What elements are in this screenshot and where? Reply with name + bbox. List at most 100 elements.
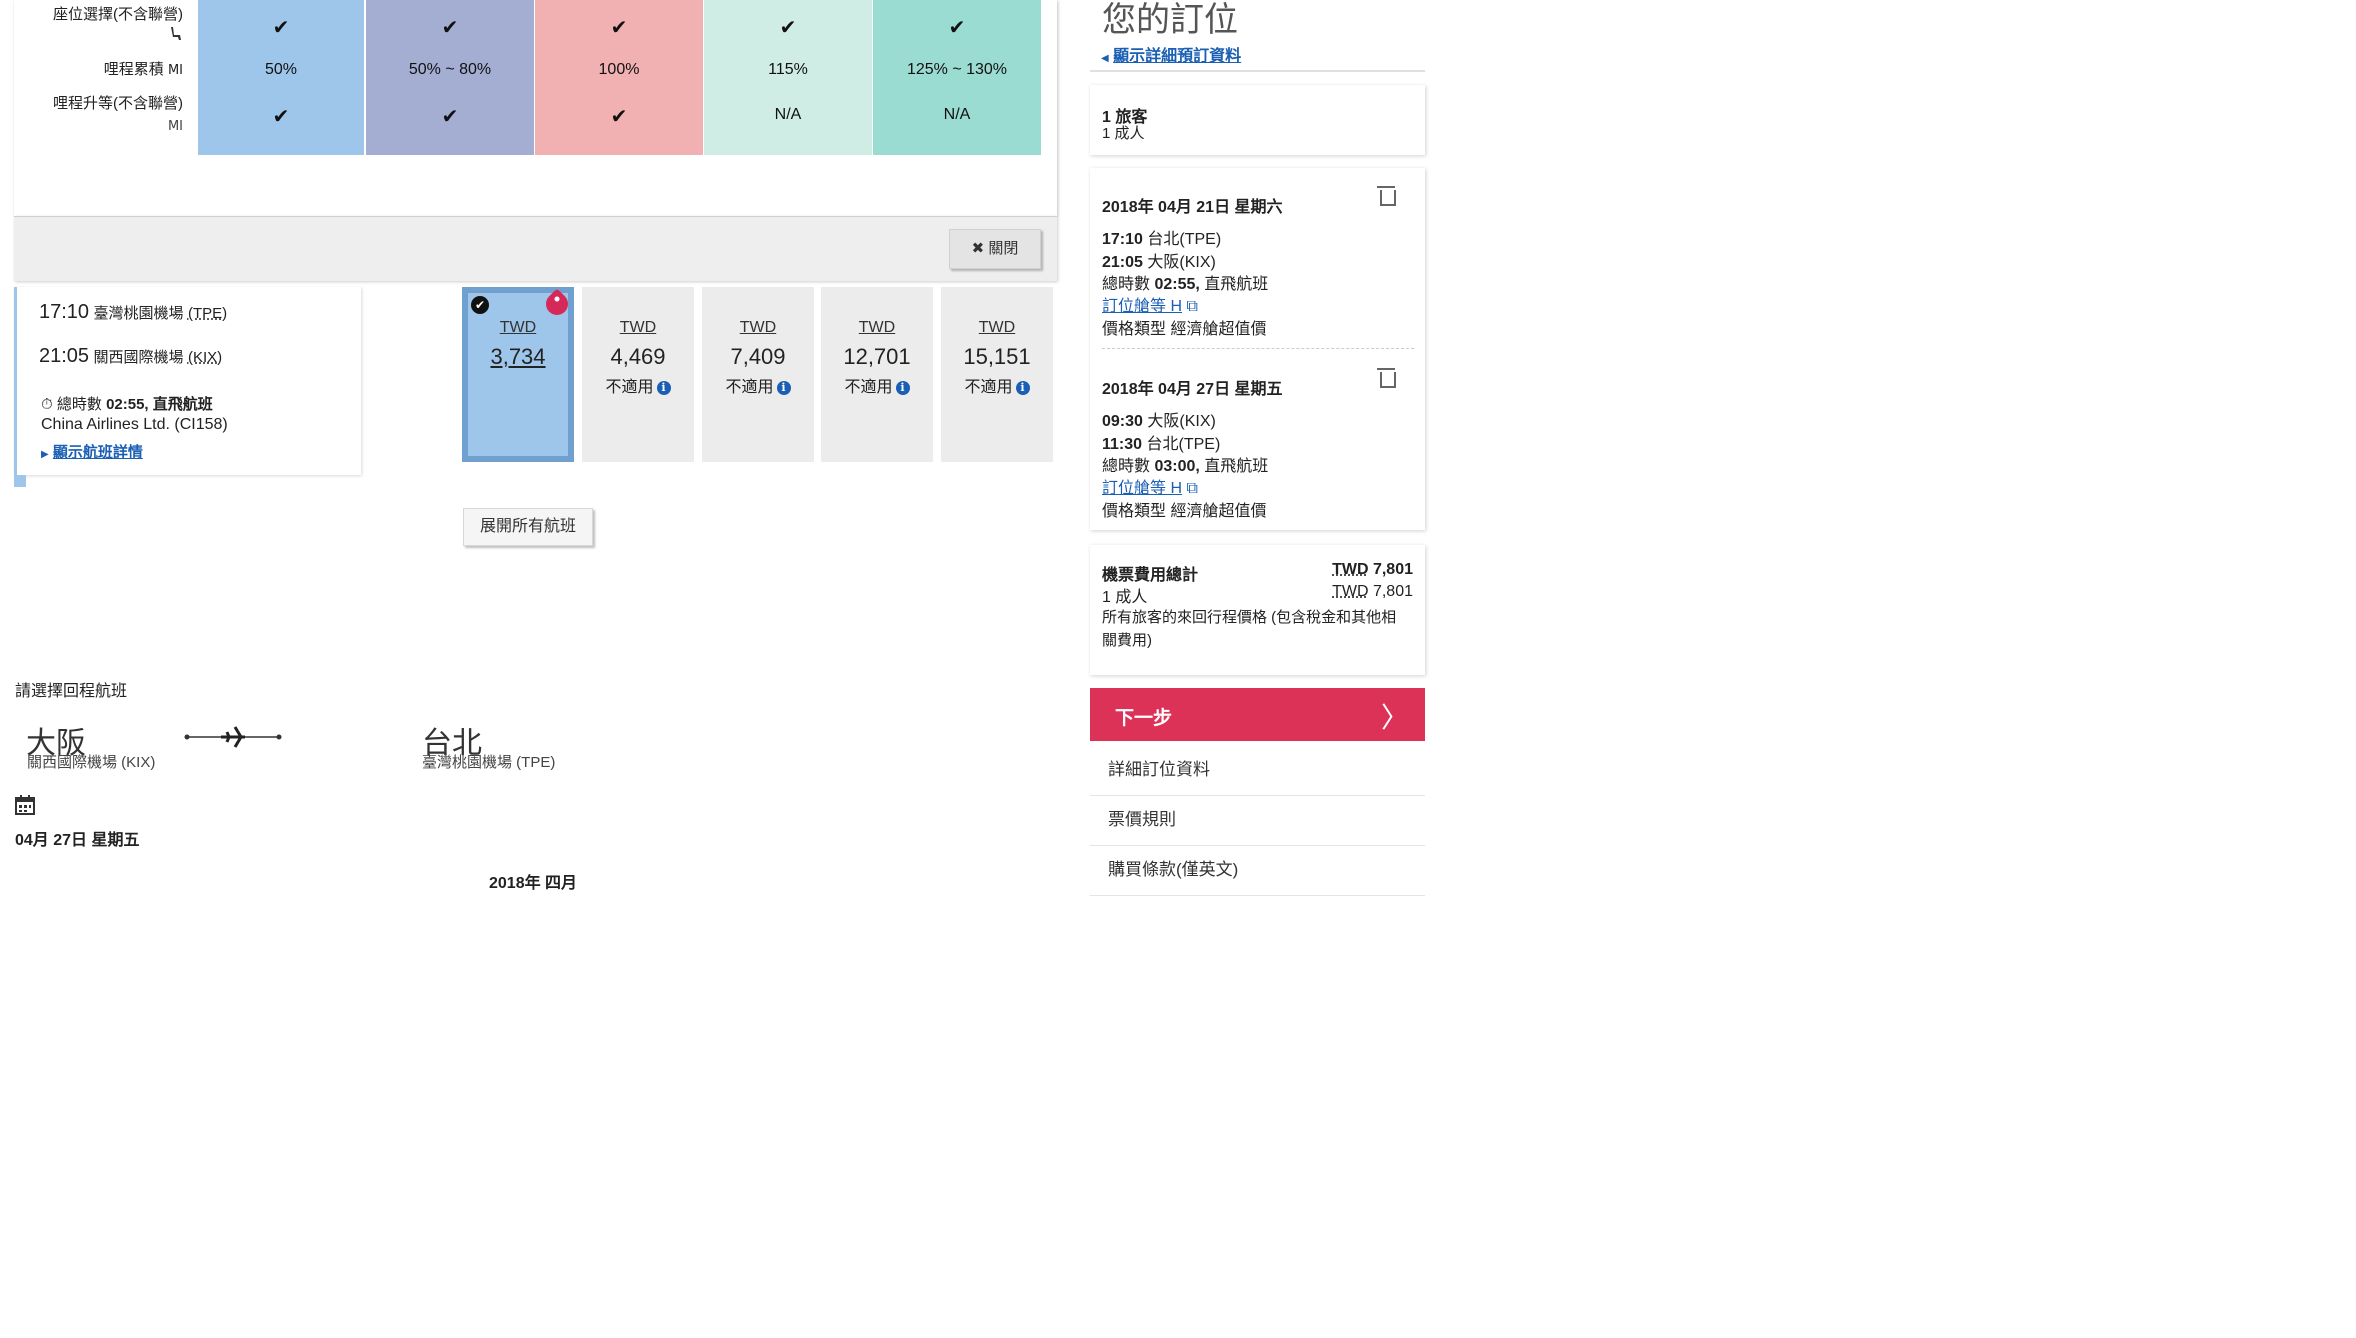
miles-icon: ⅯⅠ	[167, 118, 183, 133]
calendar-icon[interactable]	[15, 795, 35, 820]
itinerary-card: 2018年 04月 21日 星期六 17:10 台北(TPE) 21:05 大阪…	[1090, 168, 1425, 530]
fare-currency: TWD	[858, 319, 896, 336]
travelers-card: 1 旅客 1 成人	[1090, 85, 1425, 155]
inbound-date: 2018年 04月 27日 星期五	[1102, 381, 1283, 398]
fare-amount: 3,734	[490, 344, 546, 369]
departure-time: 17:10	[39, 301, 90, 323]
fare-option-3[interactable]: TWD 7,409 不適用 i	[702, 287, 814, 462]
fare-note: 不適用 i	[821, 373, 933, 397]
arrival-airport: 關西國際機場	[93, 349, 184, 366]
row-label-upgrade: 哩程升等(不含聯營) ⅯⅠ	[53, 93, 183, 137]
row-label-seat: 座位選擇(不含聯營)	[53, 4, 183, 49]
fare-option-4[interactable]: TWD 12,701 不適用 i	[821, 287, 933, 462]
trash-icon[interactable]	[1377, 368, 1396, 388]
miles-value: 115%	[768, 61, 808, 78]
fare-amount: 15,151	[963, 344, 1031, 369]
fare-rules-link[interactable]: 票價規則	[1090, 795, 1425, 846]
upgrade-value: N/A	[943, 106, 971, 123]
return-destination-airport: 臺灣桃園機場 (TPE)	[422, 754, 556, 771]
seat-value: ✔	[610, 17, 628, 39]
arrival-time: 21:05	[39, 345, 90, 367]
travelers-detail: 1 成人	[1102, 125, 1145, 142]
fare-column-3: ✔ 100% ✔	[535, 0, 703, 155]
fare-note: 不適用 i	[582, 373, 694, 397]
inbound-departure: 09:30 大阪(KIX)	[1102, 413, 1216, 430]
seat-value: ✔	[779, 17, 797, 39]
flight-details-toggle[interactable]: ▶ 顯示航班詳情	[41, 441, 143, 462]
show-details-toggle[interactable]: ◀ 顯示詳細預訂資料	[1101, 42, 1241, 66]
fare-panel-footer: ✖ 關閉	[14, 216, 1057, 281]
external-link-icon: ⧉	[1186, 298, 1198, 315]
departure-line: 17:10 臺灣桃園機場 (TPE)	[39, 301, 227, 324]
fare-option-1[interactable]: ✔ TWD 3,734	[462, 287, 574, 462]
duration-line: ⏱ 總時數 02:55, 直飛航班	[41, 396, 213, 413]
outbound-arrival: 21:05 大阪(KIX)	[1102, 254, 1216, 271]
next-step-button[interactable]: 下一步 〉	[1090, 688, 1425, 741]
inbound-duration: 總時數 03:00, 直飛航班	[1102, 458, 1269, 475]
flight-details-link[interactable]: 顯示航班詳情	[53, 444, 143, 461]
expand-all-flights-button[interactable]: 展開所有航班	[463, 508, 593, 546]
carrier-name: China Airlines Ltd. (CI158)	[41, 416, 228, 433]
info-icon[interactable]: i	[1015, 381, 1030, 395]
caret-left-icon: ◀	[1101, 53, 1109, 64]
fare-option-2[interactable]: TWD 4,469 不適用 i	[582, 287, 694, 462]
outbound-date: 2018年 04月 21日 星期六	[1102, 199, 1283, 216]
booking-summary-title: 您的訂位	[1102, 1, 1238, 39]
total-price: TWD 7,801	[1332, 561, 1413, 578]
miles-value: 100%	[598, 61, 640, 78]
fare-amount: 4,469	[610, 344, 666, 369]
inbound-arrival: 11:30 台北(TPE)	[1102, 436, 1221, 453]
fare-column-2: ✔ 50% ~ 80% ✔	[366, 0, 534, 155]
return-origin-airport: 關西國際機場 (KIX)	[27, 754, 156, 771]
outbound-class-link[interactable]: 訂位艙等 H ⧉	[1102, 292, 1198, 316]
info-icon[interactable]: i	[895, 381, 910, 395]
seat-value: ✔	[441, 17, 459, 39]
departure-code: (TPE)	[187, 305, 228, 322]
upgrade-value: ✔	[272, 106, 290, 128]
outbound-departure: 17:10 台北(TPE)	[1102, 231, 1222, 248]
miles-value: 125% ~ 130%	[906, 61, 1008, 78]
fare-note: 不適用 i	[941, 373, 1053, 397]
upgrade-value: ✔	[610, 106, 628, 128]
trash-icon[interactable]	[1377, 186, 1396, 206]
row-label-miles: 哩程累積 ⅯⅠ	[103, 61, 183, 78]
fare-comparison-panel: 座位選擇(不含聯營) 哩程累積 ⅯⅠ 哩程升等(不含聯營) ⅯⅠ ✔ 50% ✔…	[14, 0, 1057, 216]
flight-card-accent	[14, 475, 26, 487]
fare-currency: TWD	[499, 319, 537, 336]
arrival-code: (KIX)	[187, 349, 223, 366]
flight-route-icon	[183, 723, 283, 756]
stopwatch-icon: ⏱	[41, 396, 53, 413]
calendar-month-label: 2018年 四月	[489, 875, 578, 892]
chevron-right-icon: 〉	[1380, 702, 1409, 733]
fare-amount: 12,701	[843, 344, 911, 369]
miles-value: 50% ~ 80%	[408, 61, 492, 78]
miles-icon: ⅯⅠ	[167, 62, 183, 77]
seat-value: ✔	[272, 17, 290, 39]
outbound-duration: 總時數 02:55, 直飛航班	[1102, 276, 1269, 293]
return-heading: 請選擇回程航班	[15, 683, 128, 700]
fare-currency: TWD	[978, 319, 1016, 336]
info-icon[interactable]: i	[656, 381, 671, 395]
show-details-link[interactable]: 顯示詳細預訂資料	[1113, 48, 1241, 65]
outbound-fare-type: 價格類型 經濟艙超值價	[1102, 321, 1267, 338]
arrival-line: 21:05 關西國際機場 (KIX)	[39, 345, 222, 368]
fare-option-5[interactable]: TWD 15,151 不適用 i	[941, 287, 1053, 462]
booking-details-link[interactable]: 詳細訂位資料	[1090, 745, 1425, 796]
external-link-icon: ⧉	[1186, 480, 1198, 497]
inbound-fare-type: 價格類型 經濟艙超值價	[1102, 503, 1267, 520]
price-tag-icon	[541, 288, 573, 320]
fare-column-1: ✔ 50% ✔	[198, 0, 364, 155]
inbound-class-link[interactable]: 訂位艙等 H ⧉	[1102, 474, 1198, 498]
caret-right-icon: ▶	[41, 449, 49, 460]
fare-note: 不適用 i	[702, 373, 814, 397]
miles-value: 50%	[264, 61, 298, 78]
purchase-terms-link[interactable]: 購買條款(僅英文)	[1090, 845, 1425, 896]
departure-airport: 臺灣桃園機場	[93, 305, 184, 322]
total-note-cont: 關費用)	[1102, 632, 1152, 649]
close-icon: ✖	[971, 240, 985, 257]
price-summary-card: 機票費用總計 TWD 7,801 1 成人 TWD 7,801 所有旅客的來回行…	[1090, 545, 1425, 675]
close-button[interactable]: ✖ 關閉	[949, 229, 1041, 269]
info-icon[interactable]: i	[776, 381, 791, 395]
divider	[1090, 70, 1425, 72]
flight-card[interactable]: 17:10 臺灣桃園機場 (TPE) 21:05 關西國際機場 (KIX) ⏱ …	[14, 287, 361, 475]
